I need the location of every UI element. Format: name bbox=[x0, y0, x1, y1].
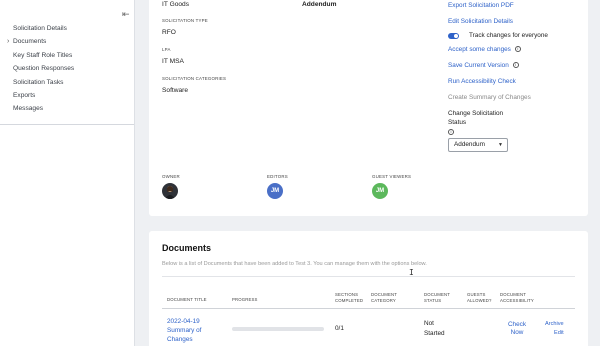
divider bbox=[162, 276, 575, 277]
collapse-left-icon[interactable]: ⇤ bbox=[122, 10, 130, 20]
accept-changes-text: Accept some changes bbox=[448, 46, 511, 53]
solicitation-categories-value: Software bbox=[162, 87, 189, 94]
track-changes-toggle[interactable] bbox=[448, 33, 459, 39]
solicitation-type-value: RFO bbox=[162, 29, 176, 36]
solicitation-details-card: IT Goods Addendum Solicitation Type RFO … bbox=[149, 0, 588, 216]
documents-description: Below is a list of Documents that have b… bbox=[162, 261, 427, 267]
track-changes-label: Track changes for everyone bbox=[469, 32, 548, 39]
guest-avatar[interactable]: JM bbox=[372, 183, 388, 199]
document-title-link[interactable]: 2022-04-19 Summary of Changes bbox=[167, 317, 219, 344]
save-version-text: Save Current Version bbox=[448, 62, 509, 69]
info-icon[interactable]: i bbox=[512, 62, 519, 69]
category-value: IT Goods bbox=[162, 1, 189, 8]
sidebar-item-key-staff-role-titles[interactable]: Key Staff Role Titles bbox=[0, 49, 134, 62]
solicitation-type-label: Solicitation Type bbox=[162, 18, 208, 23]
sidebar-item-exports[interactable]: Exports bbox=[0, 89, 134, 102]
sidebar-item-question-responses[interactable]: Question Responses bbox=[0, 62, 134, 75]
status-value: Addendum bbox=[302, 1, 337, 8]
accept-changes-link[interactable]: Accept some changes i bbox=[448, 46, 521, 53]
check-now-link[interactable]: Check Now bbox=[504, 321, 530, 337]
documents-card: Documents Below is a list of Documents t… bbox=[149, 231, 588, 346]
sidebar-item-solicitation-tasks[interactable]: Solicitation Tasks bbox=[0, 76, 134, 89]
col-sections-completed: Sections Completed bbox=[335, 292, 364, 303]
progress-bar bbox=[232, 327, 324, 331]
sidebar-item-solicitation-details[interactable]: Solicitation Details bbox=[0, 22, 134, 35]
col-document-category: Document Category bbox=[371, 292, 397, 303]
guest-viewers-label: Guest Viewers bbox=[372, 174, 412, 179]
info-icon[interactable]: i bbox=[448, 129, 454, 135]
archive-link[interactable]: Archive bbox=[545, 320, 564, 328]
person-photo-icon bbox=[165, 186, 175, 199]
editor-avatar[interactable]: JM bbox=[267, 183, 283, 199]
col-document-status: Document Status bbox=[424, 292, 450, 303]
sidebar: ⇤ Solicitation Details Documents Key Sta… bbox=[0, 0, 135, 346]
accessibility-check-link[interactable]: Run Accessibility Check bbox=[448, 78, 516, 85]
col-document-accessibility: Document Accessibility bbox=[500, 292, 534, 303]
sidebar-item-messages[interactable]: Messages bbox=[0, 102, 134, 115]
lpa-label: LPA bbox=[162, 47, 171, 52]
export-pdf-link[interactable]: Export Solicitation PDF bbox=[448, 2, 514, 9]
col-guests-allowed: Guests Allowed? bbox=[467, 292, 492, 303]
owner-avatar[interactable] bbox=[162, 183, 178, 199]
edit-details-link[interactable]: Edit Solicitation Details bbox=[448, 18, 513, 25]
sidebar-nav: Solicitation Details Documents Key Staff… bbox=[0, 22, 134, 116]
info-icon[interactable]: i bbox=[514, 46, 521, 53]
sidebar-item-documents[interactable]: Documents bbox=[0, 35, 134, 49]
sidebar-divider bbox=[0, 124, 134, 125]
chevron-down-icon: ▼ bbox=[498, 142, 503, 148]
status-select-value: Addendum bbox=[454, 141, 485, 148]
create-summary-link[interactable]: Create Summary of Changes bbox=[448, 94, 531, 101]
editors-label: Editors bbox=[267, 174, 288, 179]
owner-label: Owner bbox=[162, 174, 180, 179]
status-select[interactable]: Addendum ▼ bbox=[448, 138, 508, 152]
edit-link[interactable]: Edit bbox=[554, 329, 564, 337]
solicitation-categories-label: Solicitation Categories bbox=[162, 76, 227, 81]
documents-title: Documents bbox=[162, 243, 212, 253]
change-status-label: Change Solicitation Status bbox=[448, 110, 504, 126]
sections-completed-value: 0/1 bbox=[335, 325, 344, 332]
save-version-link[interactable]: Save Current Version i bbox=[448, 62, 519, 69]
table-header-divider bbox=[162, 308, 575, 309]
col-progress: Progress bbox=[232, 297, 258, 302]
document-status-value: Not Started bbox=[424, 320, 445, 337]
text-cursor-icon: I bbox=[409, 268, 414, 277]
lpa-value: IT MSA bbox=[162, 58, 184, 65]
col-document-title: Document Title bbox=[167, 297, 207, 302]
